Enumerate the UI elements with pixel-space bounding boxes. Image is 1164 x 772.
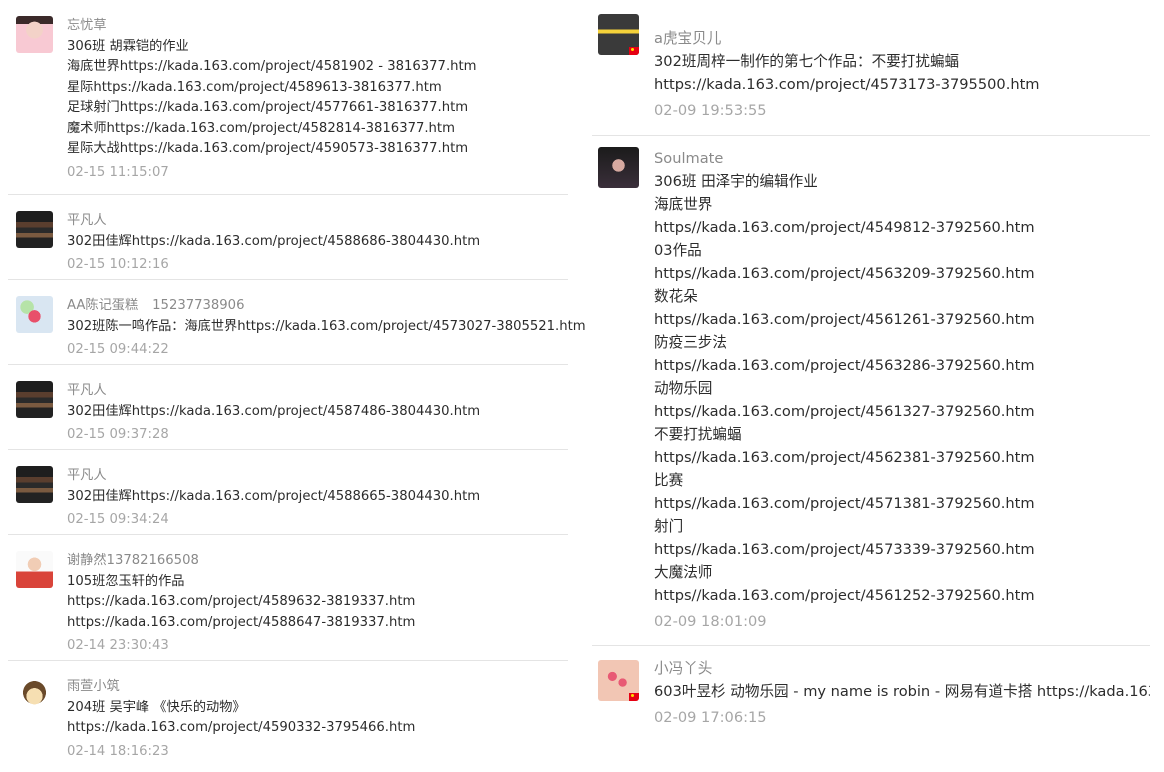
comment-text: 306班 胡霖铠的作业 <box>67 38 189 54</box>
comment-timestamp: 02-15 09:37:28 <box>67 427 169 442</box>
comment-text: 动物乐园 <box>654 380 713 397</box>
avatar[interactable] <box>16 466 53 503</box>
comment-item: 谢静然13782166508 105班忽玉轩的作品 https://kada.1… <box>8 535 568 661</box>
comment-link-line: 星际https://kada.163.com/project/4589613-3… <box>67 79 442 95</box>
comment-link-line: 302田佳辉https://kada.163.com/project/45886… <box>67 233 481 249</box>
avatar[interactable] <box>16 16 53 53</box>
comment-text: 105班忽玉轩的作品 <box>67 573 185 589</box>
comment-link-line: https//kada.163.com/project/4573339-3792… <box>654 541 1035 558</box>
username[interactable]: 平凡人 <box>67 466 568 487</box>
comment-link-line: 603叶昱杉 动物乐园 - my name is robin - 网易有道卡搭 … <box>654 683 1150 700</box>
comment-link-line: https//kada.163.com/project/4561261-3792… <box>654 311 1035 328</box>
comment-item: 雨萱小筑 204班 吴宇峰 《快乐的动物》 https://kada.163.c… <box>8 661 568 765</box>
comment-item: AA陈记蛋糕 15237738906 302班陈一鸣作品：海底世界https://… <box>8 280 586 365</box>
comment-item: a虎宝贝儿 302班周梓一制作的第七个作品：不要打扰蝙蝠 https://kad… <box>592 0 1150 136</box>
comment-timestamp: 02-14 23:30:43 <box>67 638 169 653</box>
comment-link-line: https://kada.163.com/project/4590332-379… <box>67 720 416 735</box>
comment-timestamp: 02-09 17:06:15 <box>654 709 767 726</box>
comment-list-right: a虎宝贝儿 302班周梓一制作的第七个作品：不要打扰蝙蝠 https://kad… <box>592 0 1150 746</box>
flag-badge-icon <box>629 47 639 55</box>
comment-text: 306班 田泽宇的编辑作业 <box>654 173 818 190</box>
flag-badge-icon <box>629 693 639 701</box>
comment-text: 射门 <box>654 518 684 535</box>
comment-text: 03作品 <box>654 242 702 259</box>
username[interactable]: 谢静然13782166508 <box>67 551 568 572</box>
username[interactable]: 忘忧草 <box>67 16 568 37</box>
comment-text: 数花朵 <box>654 288 698 305</box>
username[interactable]: AA陈记蛋糕 <box>67 298 138 313</box>
comment-link-line: 302班陈一鸣作品：海底世界https://kada.163.com/proje… <box>67 318 586 334</box>
avatar[interactable] <box>16 381 53 418</box>
comment-item: 忘忧草 306班 胡霖铠的作业 海底世界https://kada.163.com… <box>8 0 568 195</box>
username[interactable]: 平凡人 <box>67 211 568 232</box>
comment-link-line: https//kada.163.com/project/4561252-3792… <box>654 587 1035 604</box>
comment-link-line: https://kada.163.com/project/4589632-381… <box>67 594 416 609</box>
comment-link-line: 星际大战https://kada.163.com/project/4590573… <box>67 141 469 156</box>
username[interactable]: a虎宝贝儿 <box>654 27 1150 50</box>
avatar[interactable] <box>598 14 639 55</box>
username[interactable]: 小冯丫头 <box>654 657 1150 680</box>
comment-item: 平凡人 302田佳辉https://kada.163.com/project/4… <box>8 450 568 535</box>
username[interactable]: 雨萱小筑 <box>67 677 568 698</box>
comment-link-line: 302田佳辉https://kada.163.com/project/45886… <box>67 488 481 504</box>
comment-timestamp: 02-15 10:12:16 <box>67 257 169 272</box>
username[interactable]: 平凡人 <box>67 381 568 402</box>
comment-timestamp: 02-15 09:34:24 <box>67 512 169 527</box>
avatar[interactable] <box>16 296 53 333</box>
comment-link-line: https//kada.163.com/project/4561327-3792… <box>654 403 1035 420</box>
comment-link-line: https//kada.163.com/project/4571381-3792… <box>654 495 1035 512</box>
comment-timestamp: 02-15 11:15:07 <box>67 164 169 180</box>
comment-item: 小冯丫头 603叶昱杉 动物乐园 - my name is robin - 网易… <box>592 646 1150 746</box>
comment-text: 大魔法师 <box>654 564 713 581</box>
comment-timestamp: 02-09 18:01:09 <box>654 613 767 630</box>
comment-link-line: https://kada.163.com/project/4573173-379… <box>654 76 1040 93</box>
comment-text: 302班周梓一制作的第七个作品：不要打扰蝙蝠 <box>654 53 960 70</box>
comment-item: Soulmate 306班 田泽宇的编辑作业 海底世界 https//kada.… <box>592 136 1150 646</box>
comment-link-line: https//kada.163.com/project/4563209-3792… <box>654 265 1035 282</box>
username-row: AA陈记蛋糕 15237738906 <box>67 296 568 317</box>
comment-link-line: https//kada.163.com/project/4562381-3792… <box>654 449 1035 466</box>
comment-link-line: 魔术师https://kada.163.com/project/4582814-… <box>67 120 455 136</box>
comment-item: 平凡人 302田佳辉https://kada.163.com/project/4… <box>8 365 568 450</box>
comment-text: 防疫三步法 <box>654 334 727 351</box>
avatar[interactable] <box>16 551 53 588</box>
avatar[interactable] <box>16 211 53 248</box>
comment-link-line: 302田佳辉https://kada.163.com/project/45874… <box>67 403 481 419</box>
comment-text: 比赛 <box>654 472 684 489</box>
comment-text: 不要打扰蝙蝠 <box>654 426 742 443</box>
comment-timestamp: 02-15 09:44:22 <box>67 342 169 357</box>
comment-text: 海底世界 <box>654 196 713 213</box>
comment-list-left: 忘忧草 306班 胡霖铠的作业 海底世界https://kada.163.com… <box>8 0 586 765</box>
comment-timestamp: 02-09 19:53:55 <box>654 102 767 119</box>
comment-link-line: 海底世界https://kada.163.com/project/4581902… <box>67 59 477 74</box>
comment-text: 204班 吴宇峰 《快乐的动物》 <box>67 699 246 715</box>
comment-item: 平凡人 302田佳辉https://kada.163.com/project/4… <box>8 195 568 280</box>
comment-link-line: 足球射门https://kada.163.com/project/4577661… <box>67 100 469 115</box>
avatar[interactable] <box>598 660 639 701</box>
username[interactable]: Soulmate <box>654 147 1150 170</box>
user-phone: 15237738906 <box>152 298 245 313</box>
comment-link-line: https://kada.163.com/project/4588647-381… <box>67 614 416 630</box>
comment-link-line: https//kada.163.com/project/4563286-3792… <box>654 357 1035 374</box>
avatar[interactable] <box>598 147 639 188</box>
comment-link-line: https//kada.163.com/project/4549812-3792… <box>654 219 1035 236</box>
avatar[interactable] <box>16 677 53 714</box>
